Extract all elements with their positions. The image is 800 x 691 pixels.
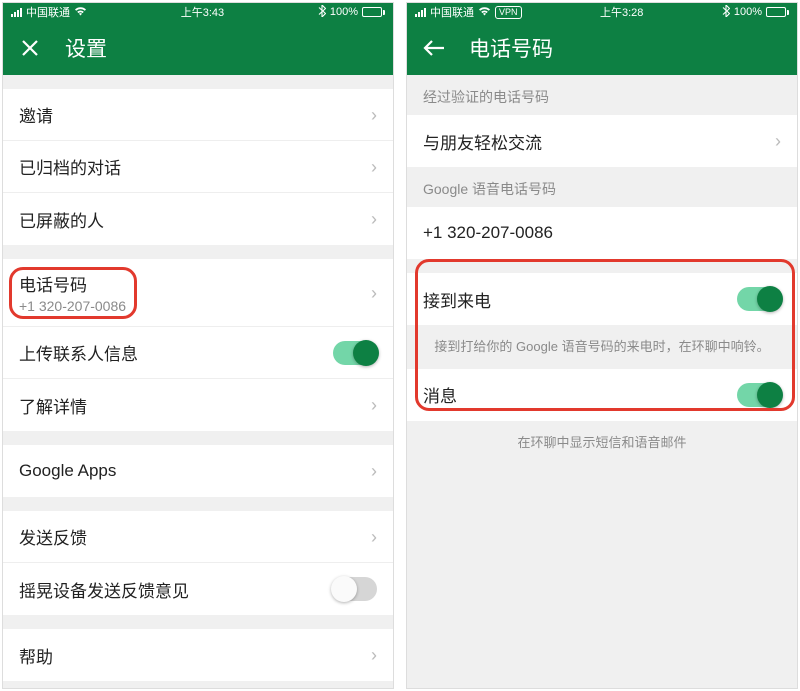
back-icon[interactable] bbox=[423, 37, 445, 59]
row-messages[interactable]: 消息 bbox=[407, 369, 797, 421]
status-bar: 中国联通 上午3:43 100% bbox=[3, 3, 393, 21]
toggle-upload-contacts[interactable] bbox=[333, 341, 377, 365]
row-label: 消息 bbox=[423, 382, 457, 407]
row-subtitle: +1 320-207-0086 bbox=[19, 298, 126, 314]
chevron-right-icon: › bbox=[775, 132, 781, 150]
chevron-right-icon: › bbox=[371, 396, 377, 414]
incoming-calls-description: 接到打给你的 Google 语音号码的来电时，在环聊中响铃。 bbox=[407, 325, 797, 369]
chevron-right-icon: › bbox=[371, 106, 377, 124]
close-icon[interactable] bbox=[19, 37, 41, 59]
row-google-voice-number: +1 320-207-0086 bbox=[407, 207, 797, 259]
wifi-icon bbox=[74, 6, 87, 19]
row-archived[interactable]: 已归档的对话 › bbox=[3, 141, 393, 193]
section-header-verified: 经过验证的电话号码 bbox=[407, 75, 797, 115]
chevron-right-icon: › bbox=[371, 462, 377, 480]
battery-icon bbox=[362, 7, 385, 17]
toggle-messages[interactable] bbox=[737, 383, 781, 407]
row-label: Google Apps bbox=[19, 461, 116, 481]
carrier-label: 中国联通 bbox=[430, 4, 474, 20]
chevron-right-icon: › bbox=[371, 646, 377, 664]
app-bar: 电话号码 bbox=[407, 21, 797, 75]
status-time: 上午3:28 bbox=[600, 4, 643, 20]
row-label: 已屏蔽的人 bbox=[19, 207, 104, 232]
row-label: 已归档的对话 bbox=[19, 154, 121, 179]
battery-pct: 100% bbox=[330, 6, 358, 18]
row-label: 发送反馈 bbox=[19, 524, 87, 549]
row-label: 摇晃设备发送反馈意见 bbox=[19, 577, 189, 602]
toggle-incoming-calls[interactable] bbox=[737, 287, 781, 311]
page-title: 电话号码 bbox=[469, 33, 553, 63]
row-label: 与朋友轻松交流 bbox=[423, 129, 542, 154]
phone-number-content: 经过验证的电话号码 与朋友轻松交流 › Google 语音电话号码 +1 320… bbox=[407, 75, 797, 688]
carrier-label: 中国联通 bbox=[26, 4, 70, 20]
row-blocked[interactable]: 已屏蔽的人 › bbox=[3, 193, 393, 245]
row-label: 了解详情 bbox=[19, 393, 87, 418]
section-header-google-voice: Google 语音电话号码 bbox=[407, 167, 797, 207]
chevron-right-icon: › bbox=[371, 284, 377, 302]
chevron-right-icon: › bbox=[371, 158, 377, 176]
wifi-icon bbox=[478, 6, 491, 19]
row-label: 邀请 bbox=[19, 102, 53, 127]
status-time: 上午3:43 bbox=[181, 4, 224, 20]
toggle-shake-feedback[interactable] bbox=[333, 577, 377, 601]
messages-description: 在环聊中显示短信和语音邮件 bbox=[407, 421, 797, 465]
row-google-apps[interactable]: Google Apps › bbox=[3, 445, 393, 497]
settings-list: 邀请 › 已归档的对话 › 已屏蔽的人 › 电话号码 +1 320-207-00… bbox=[3, 75, 393, 688]
row-learn-more[interactable]: 了解详情 › bbox=[3, 379, 393, 431]
row-label: 电话号码 bbox=[19, 271, 126, 296]
chevron-right-icon: › bbox=[371, 528, 377, 546]
row-incoming-calls[interactable]: 接到来电 bbox=[407, 273, 797, 325]
chevron-right-icon: › bbox=[371, 210, 377, 228]
row-feedback[interactable]: 发送反馈 › bbox=[3, 511, 393, 563]
row-label: 帮助 bbox=[19, 643, 53, 668]
page-title: 设置 bbox=[65, 33, 107, 63]
phone-left-settings: 中国联通 上午3:43 100% 设置 邀请 › 已归档的对话 bbox=[2, 2, 394, 689]
row-shake-feedback[interactable]: 摇晃设备发送反馈意见 bbox=[3, 563, 393, 615]
battery-icon bbox=[766, 7, 789, 17]
row-label: 上传联系人信息 bbox=[19, 340, 138, 365]
signal-icon bbox=[11, 8, 22, 17]
battery-pct: 100% bbox=[734, 6, 762, 18]
status-bar: 中国联通 VPN 上午3:28 100% bbox=[407, 3, 797, 21]
row-upload-contacts[interactable]: 上传联系人信息 bbox=[3, 327, 393, 379]
vpn-icon: VPN bbox=[495, 6, 522, 19]
row-help[interactable]: 帮助 › bbox=[3, 629, 393, 681]
row-label: +1 320-207-0086 bbox=[423, 223, 553, 243]
phone-right-phone-number: 中国联通 VPN 上午3:28 100% 电话号码 经过验证的电话号码 与朋友轻… bbox=[406, 2, 798, 689]
bluetooth-icon bbox=[318, 5, 326, 20]
row-share-friends[interactable]: 与朋友轻松交流 › bbox=[407, 115, 797, 167]
signal-icon bbox=[415, 8, 426, 17]
row-label: 接到来电 bbox=[423, 287, 491, 312]
app-bar: 设置 bbox=[3, 21, 393, 75]
row-invite[interactable]: 邀请 › bbox=[3, 89, 393, 141]
bluetooth-icon bbox=[722, 5, 730, 20]
row-phone-number[interactable]: 电话号码 +1 320-207-0086 › bbox=[3, 259, 393, 327]
